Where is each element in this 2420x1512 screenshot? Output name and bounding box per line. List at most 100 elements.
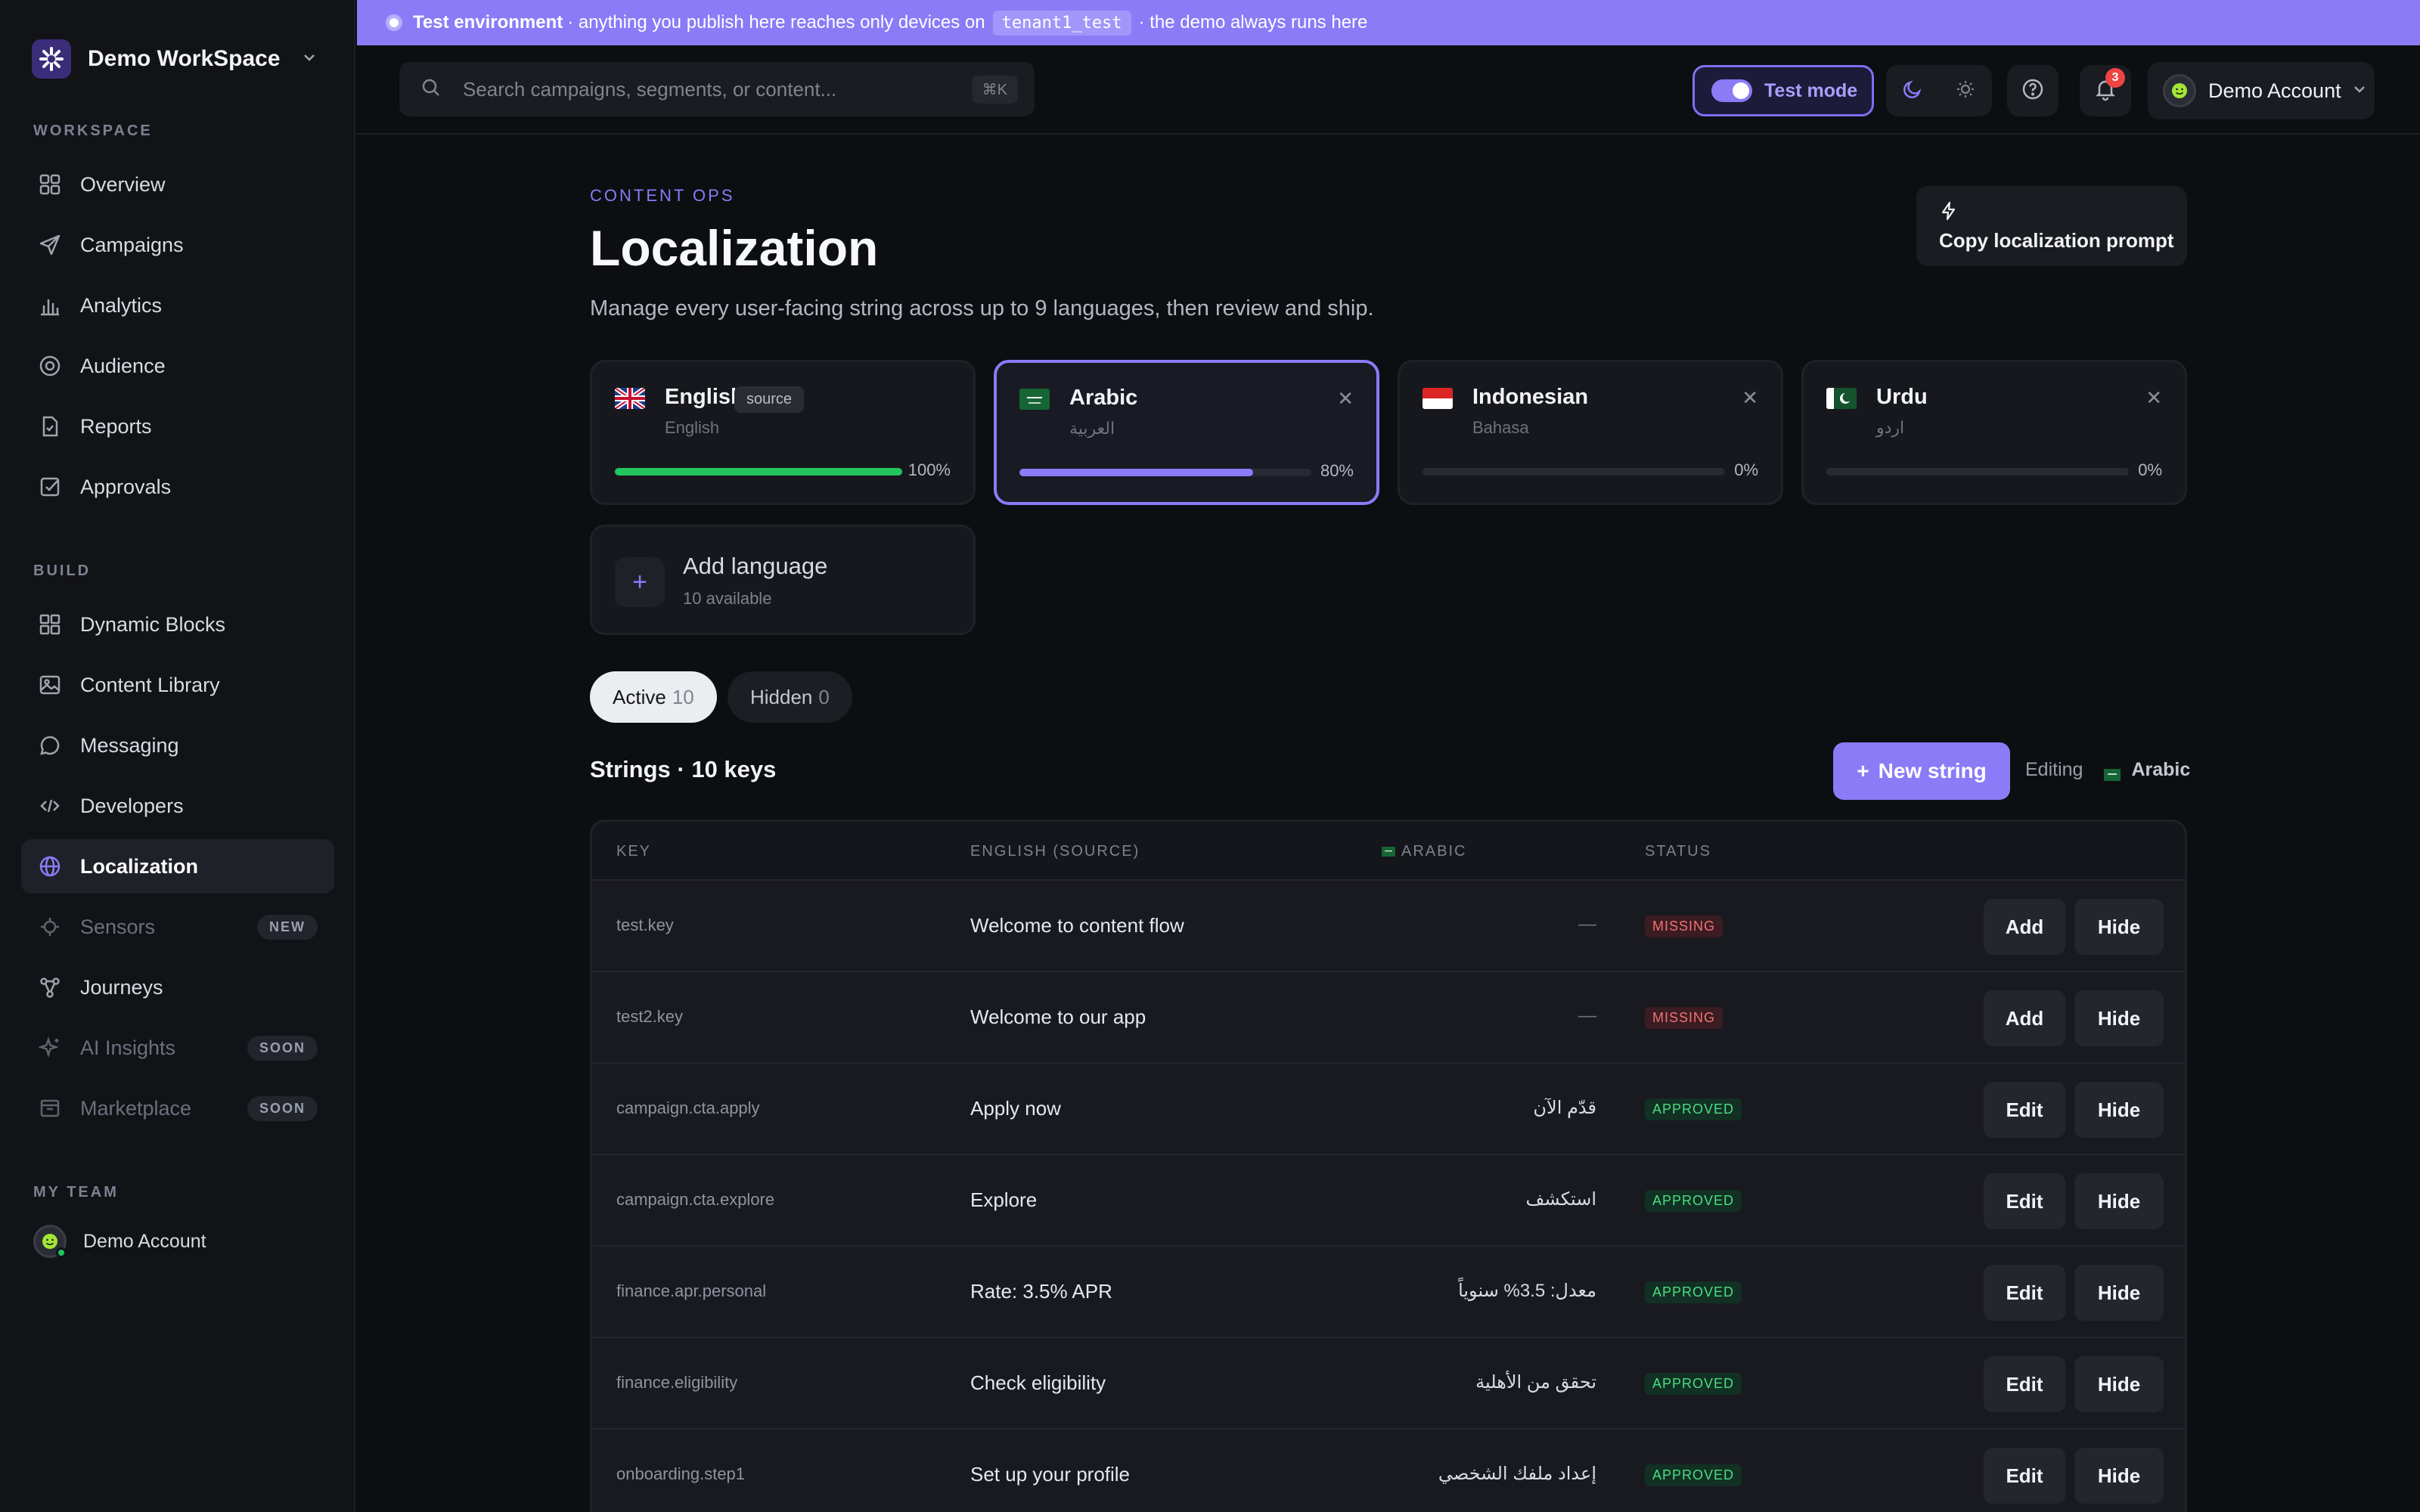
tab-count: 0 bbox=[818, 685, 830, 708]
banner-text-after: · the demo always runs here bbox=[1138, 12, 1368, 33]
status-badge: MISSING bbox=[1645, 916, 1723, 937]
saudi-flag-icon bbox=[1382, 847, 1395, 857]
search-box[interactable]: ⌘K bbox=[399, 62, 1035, 116]
hide-button[interactable]: Hide bbox=[2074, 1082, 2164, 1138]
string-key: campaign.cta.apply bbox=[616, 1098, 760, 1117]
language-card-english[interactable]: English source English 100% bbox=[590, 360, 976, 505]
tab-active[interactable]: Active 10 bbox=[590, 671, 717, 723]
sidebar-item-localization[interactable]: Localization bbox=[21, 839, 334, 894]
image-icon bbox=[36, 671, 64, 699]
close-icon[interactable]: ✕ bbox=[1742, 386, 1758, 410]
translation-text: قدّم الآن bbox=[1533, 1098, 1596, 1118]
sidebar-item-approvals[interactable]: Approvals bbox=[21, 460, 334, 514]
table-row: finance.eligibility Check eligibility تح… bbox=[592, 1338, 2185, 1430]
language-card-arabic[interactable]: Arabic ✕ العربية 80% bbox=[994, 360, 1379, 505]
help-icon bbox=[2021, 77, 2045, 105]
string-key: finance.apr.personal bbox=[616, 1281, 767, 1300]
edit-button[interactable]: Edit bbox=[1984, 1448, 2065, 1504]
top-bar: ⌘K Test mode 3 Demo Account bbox=[357, 45, 2420, 135]
shortcut-hint: ⌘K bbox=[971, 76, 1018, 104]
status-badge: APPROVED bbox=[1645, 1464, 1742, 1486]
hide-button[interactable]: Hide bbox=[2074, 990, 2164, 1046]
progress-percent: 80% bbox=[1320, 461, 1354, 480]
sidebar-item-campaigns[interactable]: Campaigns bbox=[21, 218, 334, 272]
edit-button[interactable]: Edit bbox=[1984, 1265, 2065, 1321]
strings-table: KEY ENGLISH (SOURCE) ARABIC STATUS test.… bbox=[590, 820, 2187, 1512]
table-row: onboarding.step1 Set up your profile إعد… bbox=[592, 1430, 2185, 1512]
add-language-card[interactable]: + Add language 10 available bbox=[590, 525, 976, 635]
close-icon[interactable]: ✕ bbox=[2145, 386, 2162, 410]
uk-flag-icon bbox=[615, 388, 645, 409]
source-text: Welcome to content flow bbox=[970, 914, 1184, 937]
column-header-target-label: ARABIC bbox=[1401, 843, 1467, 860]
send-icon bbox=[36, 231, 64, 259]
edit-button[interactable]: Edit bbox=[1984, 1082, 2065, 1138]
sidebar-item-label: Marketplace bbox=[80, 1096, 192, 1120]
sidebar-item-label: Localization bbox=[80, 854, 199, 878]
help-button[interactable] bbox=[2007, 65, 2059, 116]
tab-hidden[interactable]: Hidden 0 bbox=[728, 671, 852, 723]
test-mode-toggle[interactable]: Test mode bbox=[1692, 65, 1874, 116]
toggle-switch[interactable] bbox=[1711, 79, 1752, 102]
banner-title: Test environment bbox=[413, 12, 563, 33]
section-label-my-team: MY TEAM bbox=[33, 1184, 119, 1201]
close-icon[interactable]: ✕ bbox=[1337, 387, 1354, 411]
editing-label: Editing bbox=[2025, 759, 2083, 780]
sidebar-item-overview[interactable]: Overview bbox=[21, 157, 334, 212]
sidebar-item-reports[interactable]: Reports bbox=[21, 399, 334, 454]
source-text: Explore bbox=[970, 1188, 1038, 1211]
hide-button[interactable]: Hide bbox=[2074, 1356, 2164, 1412]
copy-localization-prompt-button[interactable]: Copy localization prompt bbox=[1916, 186, 2187, 266]
table-header: KEY ENGLISH (SOURCE) ARABIC STATUS bbox=[592, 822, 2185, 881]
sidebar-item-label: Reports bbox=[80, 414, 152, 438]
lightning-icon bbox=[1939, 201, 1959, 224]
sidebar-item-audience[interactable]: Audience bbox=[21, 339, 334, 393]
add-translation-button[interactable]: Add bbox=[1984, 899, 2065, 955]
sidebar-item-messaging[interactable]: Messaging bbox=[21, 718, 334, 773]
moon-icon[interactable] bbox=[1901, 78, 1924, 104]
sidebar-item-marketplace[interactable]: Marketplace SOON bbox=[21, 1081, 334, 1136]
edit-button[interactable]: Edit bbox=[1984, 1173, 2065, 1229]
sidebar-item-developers[interactable]: Developers bbox=[21, 779, 334, 833]
progress-fill bbox=[615, 468, 902, 476]
editing-indicator: Editing Arabic bbox=[2025, 759, 2190, 781]
team-member[interactable]: Demo Account bbox=[33, 1225, 206, 1258]
sidebar-item-content-library[interactable]: Content Library bbox=[21, 658, 334, 712]
notifications-button[interactable]: 3 bbox=[2080, 65, 2131, 116]
progress-bar bbox=[1423, 468, 1725, 476]
sidebar-item-dynamic-blocks[interactable]: Dynamic Blocks bbox=[21, 597, 334, 652]
banner-text: · anything you publish here reaches only… bbox=[567, 12, 985, 33]
team-member-name: Demo Account bbox=[83, 1230, 206, 1252]
plus-icon: + bbox=[615, 557, 665, 607]
sidebar-item-journeys[interactable]: Journeys bbox=[21, 960, 334, 1015]
chevron-down-icon bbox=[301, 49, 318, 70]
tenant-code: tenant1_test bbox=[992, 10, 1131, 36]
workspace-switcher[interactable]: Demo WorkSpace bbox=[32, 39, 327, 79]
workspace-name: Demo WorkSpace bbox=[88, 46, 281, 71]
string-key: test2.key bbox=[616, 1007, 684, 1026]
search-input[interactable] bbox=[463, 77, 932, 101]
hide-button[interactable]: Hide bbox=[2074, 1265, 2164, 1321]
avatar bbox=[33, 1225, 67, 1258]
target-icon bbox=[36, 352, 64, 380]
sun-icon[interactable] bbox=[1954, 78, 1977, 104]
hide-button[interactable]: Hide bbox=[2074, 1448, 2164, 1504]
tab-count: 10 bbox=[672, 685, 694, 708]
sidebar-item-analytics[interactable]: Analytics bbox=[21, 278, 334, 333]
add-translation-button[interactable]: Add bbox=[1984, 990, 2065, 1046]
column-header-source: ENGLISH (SOURCE) bbox=[970, 843, 1140, 860]
language-card-indonesian[interactable]: Indonesian ✕ Bahasa 0% bbox=[1398, 360, 1783, 505]
sidebar-item-sensors[interactable]: Sensors NEW bbox=[21, 900, 334, 954]
new-string-button[interactable]: + New string bbox=[1833, 742, 2010, 800]
language-native-name: العربية bbox=[1069, 419, 1115, 438]
language-card-urdu[interactable]: Urdu ✕ اردو 0% bbox=[1801, 360, 2187, 505]
sensor-icon bbox=[36, 913, 64, 940]
hide-button[interactable]: Hide bbox=[2074, 899, 2164, 955]
sidebar-item-ai-insights[interactable]: AI Insights SOON bbox=[21, 1021, 334, 1075]
edit-button[interactable]: Edit bbox=[1984, 1356, 2065, 1412]
hide-button[interactable]: Hide bbox=[2074, 1173, 2164, 1229]
test-mode-label: Test mode bbox=[1764, 79, 1858, 101]
source-text: Set up your profile bbox=[970, 1463, 1131, 1486]
account-menu[interactable]: Demo Account bbox=[2148, 62, 2375, 119]
indonesia-flag-icon bbox=[1423, 388, 1453, 409]
